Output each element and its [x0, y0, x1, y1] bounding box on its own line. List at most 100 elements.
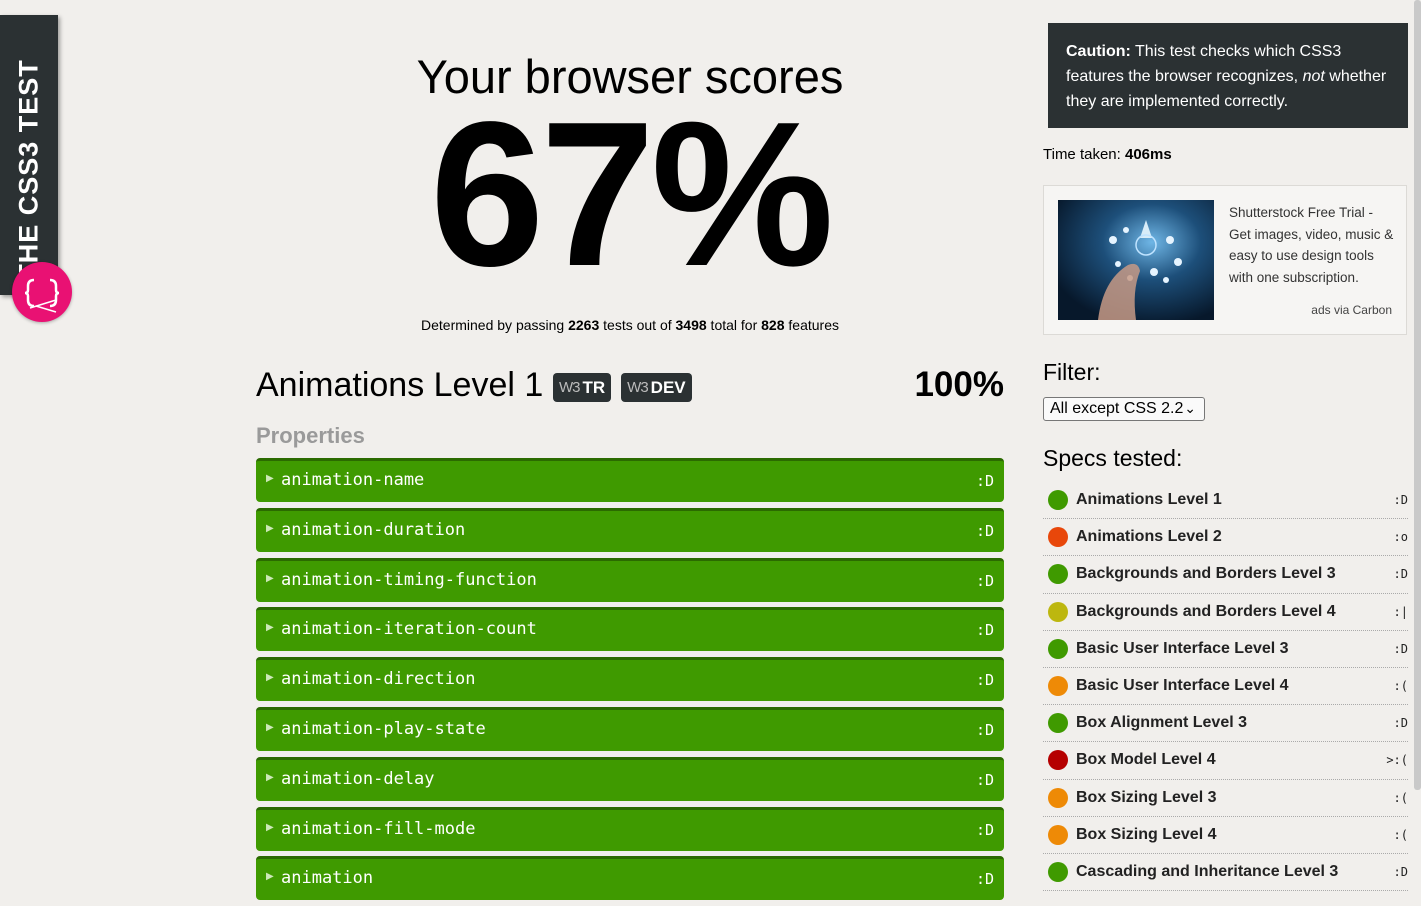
status-dot-icon — [1048, 861, 1068, 882]
spec-list-item[interactable]: Box Model Level 4 >:( — [1043, 742, 1408, 780]
property-name: animation-fill-mode — [281, 818, 476, 839]
property-name: animation — [281, 868, 374, 889]
expand-triangle-icon[interactable]: ▶ — [266, 722, 274, 733]
spec-result: :D — [1393, 716, 1408, 731]
spec-link[interactable]: Animations Level 1 — [1076, 491, 1222, 509]
property-list: ▶ animation-name:D ▶ animation-duration:D ▶ a… — [256, 458, 1004, 906]
property-name: animation-timing-function — [281, 569, 537, 590]
property-row[interactable]: ▶ animation-duration :D — [256, 507, 1004, 552]
specs-list: Animations Level 1 :D Animations Level 2 :o… — [1043, 482, 1408, 892]
spec-list-item[interactable]: Basic User Interface Level 4 :( — [1043, 668, 1408, 706]
status-dot-icon — [1048, 675, 1068, 696]
spec-list-item[interactable]: Basic User Interface Level 3 :D — [1043, 631, 1408, 668]
w3c-dev-badge[interactable]: W3 DEV — [621, 373, 692, 402]
property-result: :D — [975, 621, 994, 640]
property-name: animation-iteration-count — [281, 619, 537, 640]
spec-result: :D — [1393, 493, 1408, 507]
status-dot-icon — [1048, 527, 1068, 548]
property-result: :D — [975, 820, 994, 839]
expand-triangle-icon[interactable]: ▶ — [266, 672, 274, 683]
spec-link[interactable]: Backgrounds and Borders Level 3 — [1076, 565, 1336, 583]
expand-triangle-icon[interactable]: ▶ — [266, 573, 274, 584]
spec-list-item[interactable]: Animations Level 2 :o — [1043, 519, 1408, 557]
ad-attribution[interactable]: ads via Carbon — [1311, 303, 1392, 317]
specs-tested-heading: Specs tested: — [1043, 445, 1183, 471]
spec-link[interactable]: Basic User Interface Level 3 — [1076, 640, 1289, 658]
status-dot-icon — [1048, 564, 1068, 585]
spec-result: :D — [1393, 641, 1408, 656]
property-name: animation-delay — [281, 768, 435, 789]
expand-triangle-icon[interactable]: ▶ — [266, 473, 274, 484]
ad-image[interactable] — [1058, 200, 1214, 320]
spec-title: Animations Level 1 — [256, 366, 544, 404]
site-ribbon[interactable]: THE CSS3 TEST — [0, 15, 58, 295]
spec-result: :o — [1393, 530, 1408, 545]
spec-list-item[interactable]: Box Alignment Level 3 :D — [1043, 705, 1408, 743]
spec-list-item[interactable]: Box Sizing Level 3 :( — [1043, 780, 1408, 817]
site-title: THE CSS3 TEST — [13, 59, 44, 281]
spec-link[interactable]: Animations Level 2 — [1076, 528, 1222, 546]
status-dot-icon — [1048, 787, 1068, 808]
property-row[interactable]: ▶ animation-fill-mode :D — [256, 806, 1004, 851]
total-count: 3498 — [675, 317, 707, 333]
property-row[interactable]: ▶ animation-name:D — [256, 458, 1004, 502]
spec-result: :D — [1393, 864, 1408, 879]
passed-count: 2263 — [568, 317, 600, 333]
chevron-down-icon: ⌄ — [1184, 400, 1196, 416]
property-result: :D — [975, 720, 994, 739]
filter-select[interactable]: All except CSS 2.2 ⌄ — [1043, 397, 1205, 421]
spec-link[interactable]: Box Sizing Level 4 — [1076, 826, 1216, 844]
w3c-tr-badge[interactable]: W3 TR — [553, 373, 612, 402]
spec-result: :D — [1393, 567, 1408, 582]
property-name: animation-name — [281, 470, 425, 490]
spec-list-item[interactable]: Animations Level 1 :D — [1043, 482, 1408, 520]
property-row[interactable]: ▶ animation-timing-function :D — [256, 557, 1004, 602]
property-result: :D — [975, 770, 994, 789]
status-dot-icon — [1048, 713, 1068, 734]
spec-link[interactable]: Cascading and Inheritance Level 3 — [1076, 863, 1338, 881]
score-value: 67% — [429, 79, 834, 309]
property-row[interactable]: ▶ animation-direction:D — [256, 657, 1004, 702]
expand-triangle-icon[interactable]: ▶ — [266, 772, 274, 783]
spec-list-item[interactable]: Backgrounds and Borders Level 4 :| — [1043, 594, 1408, 631]
expand-triangle-icon[interactable]: ▶ — [266, 523, 274, 534]
score-summary: Determined by passing 2263 tests out of … — [421, 317, 839, 333]
spec-result: :( — [1393, 827, 1408, 842]
spec-link[interactable]: Box Alignment Level 3 — [1076, 714, 1247, 732]
css3-logo-icon[interactable] — [12, 262, 72, 322]
scrollbar-thumb[interactable] — [1414, 0, 1421, 790]
status-dot-icon — [1048, 601, 1068, 622]
property-result: :D — [975, 671, 994, 690]
spec-list-item[interactable]: Box Sizing Level 4 :( — [1043, 817, 1408, 854]
spec-link[interactable]: Box Model Level 4 — [1076, 751, 1216, 769]
w3c-icon: W3 — [559, 379, 580, 396]
spec-result: >:( — [1386, 753, 1408, 768]
expand-triangle-icon[interactable]: ▶ — [266, 622, 274, 633]
caution-note: Caution: This test checks which CSS3 fea… — [1048, 23, 1408, 128]
spec-result: :( — [1393, 678, 1408, 693]
expand-triangle-icon[interactable]: ▶ — [266, 871, 274, 882]
spec-link[interactable]: Box Sizing Level 3 — [1076, 789, 1216, 807]
filter-label: Filter: — [1043, 359, 1101, 385]
status-dot-icon — [1048, 490, 1068, 510]
property-row[interactable]: ▶ animation-iteration-count :D — [256, 607, 1004, 652]
expand-triangle-icon[interactable]: ▶ — [266, 822, 274, 833]
spec-link[interactable]: Basic User Interface Level 4 — [1076, 677, 1289, 695]
time-taken: Time taken: 406ms — [1043, 146, 1172, 163]
spec-result: :( — [1393, 790, 1408, 805]
property-name: animation-duration — [281, 519, 466, 540]
carbon-ad[interactable]: Shutterstock Free Trial - Get images, vi… — [1043, 185, 1407, 335]
property-row[interactable]: ▶ animation:D — [256, 856, 1004, 901]
property-result: :D — [975, 571, 994, 590]
ad-text[interactable]: Shutterstock Free Trial - Get images, vi… — [1229, 202, 1394, 288]
spec-list-item[interactable]: Backgrounds and Borders Level 3 :D — [1043, 556, 1408, 594]
feature-count: 828 — [761, 317, 785, 333]
status-dot-icon — [1048, 750, 1068, 771]
properties-heading: Properties — [256, 423, 365, 448]
spec-result: :| — [1393, 604, 1408, 619]
property-row[interactable]: ▶ animation-delay :D — [256, 756, 1004, 801]
property-result: :D — [975, 521, 994, 540]
spec-link[interactable]: Backgrounds and Borders Level 4 — [1076, 603, 1336, 621]
property-row[interactable]: ▶ animation-play-state:D — [256, 706, 1004, 751]
spec-list-item[interactable]: Cascading and Inheritance Level 3 :D — [1043, 854, 1408, 892]
